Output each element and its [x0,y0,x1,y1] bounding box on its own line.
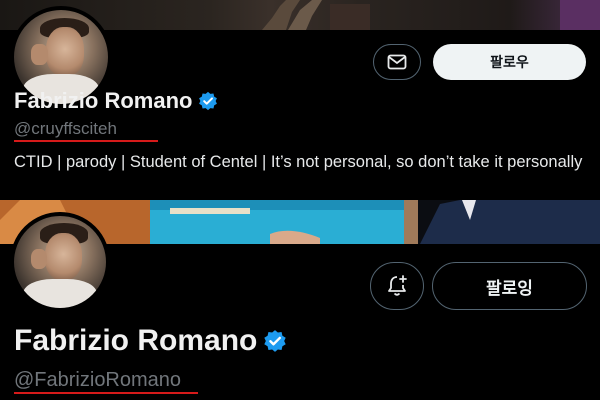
message-button[interactable] [373,44,421,80]
profile-card-official: 팔로잉 Fabrizio Romano @FabrizioRomano [0,200,600,400]
handle-highlight-underline [14,140,158,142]
username-handle: @cruyffsciteh [14,119,117,138]
following-button[interactable]: 팔로잉 [432,262,587,310]
follow-button[interactable]: 팔로우 [433,44,586,80]
name-row: Fabrizio Romano [14,88,218,114]
profile-card-parody: 팔로우 Fabrizio Romano @cruyffsciteh CTID |… [0,0,600,200]
name-row: Fabrizio Romano [14,324,287,358]
display-name: Fabrizio Romano [14,324,258,357]
mail-icon [387,54,407,70]
display-name: Fabrizio Romano [14,88,193,113]
avatar[interactable] [10,212,110,312]
profile-bio: CTID | parody | Student of Centel | It’s… [14,153,583,171]
verified-badge-icon[interactable] [198,91,218,111]
handle-highlight-underline [14,392,198,394]
notifications-button[interactable] [370,262,424,310]
verified-badge-icon[interactable] [263,329,287,353]
notification-add-icon [388,275,407,296]
username-handle: @FabrizioRomano [14,369,182,391]
